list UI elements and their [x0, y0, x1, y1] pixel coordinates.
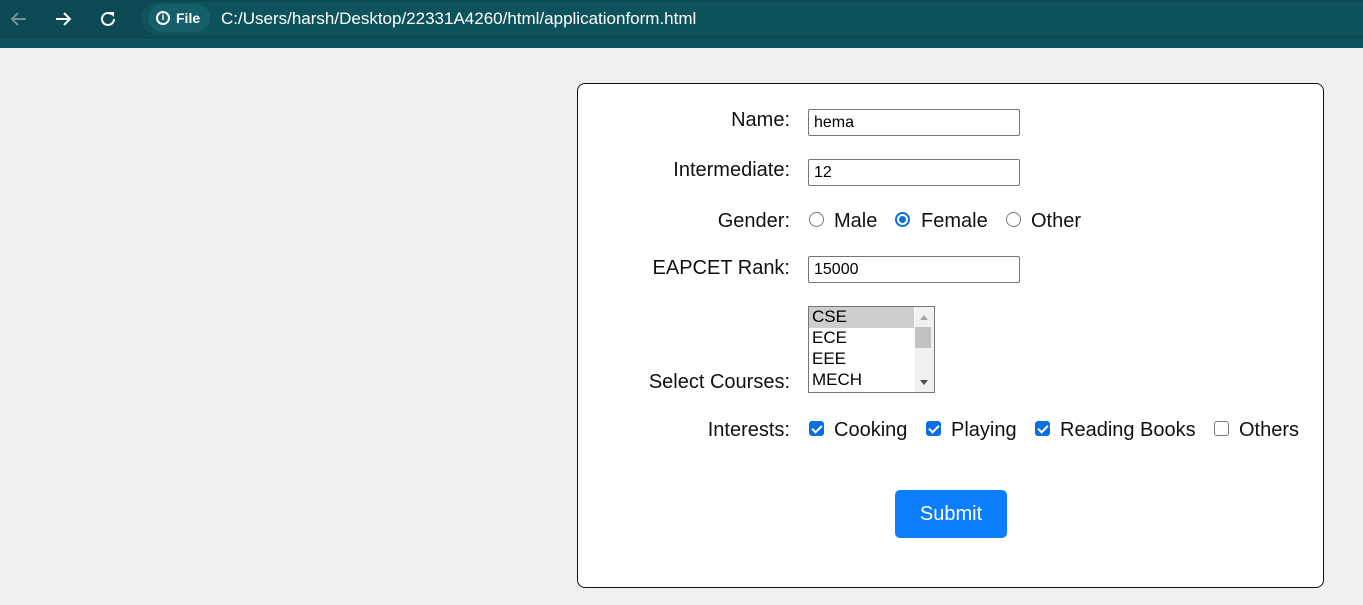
rank-input[interactable]	[808, 256, 1020, 283]
gender-label: Gender:	[717, 210, 790, 232]
scroll-up-icon[interactable]	[920, 315, 928, 320]
site-info-chip[interactable]: i File	[148, 4, 210, 32]
interest-cooking-label: Cooking	[834, 419, 908, 441]
interest-reading-label: Reading Books	[1060, 419, 1196, 441]
reload-button[interactable]	[95, 6, 121, 32]
courses-label: Select Courses:	[648, 371, 790, 393]
gender-other-label: Other	[1031, 210, 1082, 232]
intermediate-label: Intermediate:	[673, 159, 790, 181]
scroll-thumb[interactable]	[915, 327, 931, 348]
interest-others-checkbox[interactable]	[1214, 421, 1229, 436]
arrow-left-icon	[10, 12, 26, 26]
back-button[interactable]	[6, 6, 32, 32]
interest-reading-checkbox[interactable]	[1035, 421, 1050, 436]
forward-button[interactable]	[50, 6, 76, 32]
gender-female-radio[interactable]	[895, 212, 910, 227]
reload-icon	[101, 11, 115, 26]
interest-cooking-checkbox[interactable]	[809, 421, 824, 436]
gender-male-label: Male	[834, 210, 878, 232]
arrow-right-icon	[56, 12, 72, 26]
gender-other-radio[interactable]	[1006, 212, 1021, 227]
name-input[interactable]	[808, 109, 1020, 136]
scroll-down-icon[interactable]	[920, 380, 928, 385]
rank-label: EAPCET Rank:	[652, 257, 790, 279]
interests-label: Interests:	[707, 419, 790, 441]
gender-male-radio[interactable]	[809, 212, 824, 227]
browser-toolbar-divider	[0, 39, 1363, 48]
courses-select[interactable]: CSE ECE EEE MECH	[808, 306, 935, 393]
courses-scrollbar[interactable]	[915, 307, 934, 392]
site-info-label: File	[176, 10, 201, 26]
interest-playing-label: Playing	[951, 419, 1017, 441]
course-option-cse[interactable]: CSE	[809, 307, 914, 328]
url-text[interactable]: C:/Users/harsh/Desktop/22331A4260/html/a…	[221, 9, 696, 29]
intermediate-input[interactable]	[808, 159, 1020, 186]
interest-others-label: Others	[1239, 419, 1300, 441]
course-option-ece[interactable]: ECE	[809, 328, 914, 349]
gender-female-label: Female	[921, 210, 988, 232]
course-option-mech[interactable]: MECH	[809, 370, 914, 391]
name-label: Name:	[731, 109, 790, 131]
submit-button[interactable]: Submit	[895, 490, 1007, 538]
course-option-eee[interactable]: EEE	[809, 349, 914, 370]
info-icon: i	[156, 11, 170, 25]
interest-playing-checkbox[interactable]	[926, 421, 941, 436]
